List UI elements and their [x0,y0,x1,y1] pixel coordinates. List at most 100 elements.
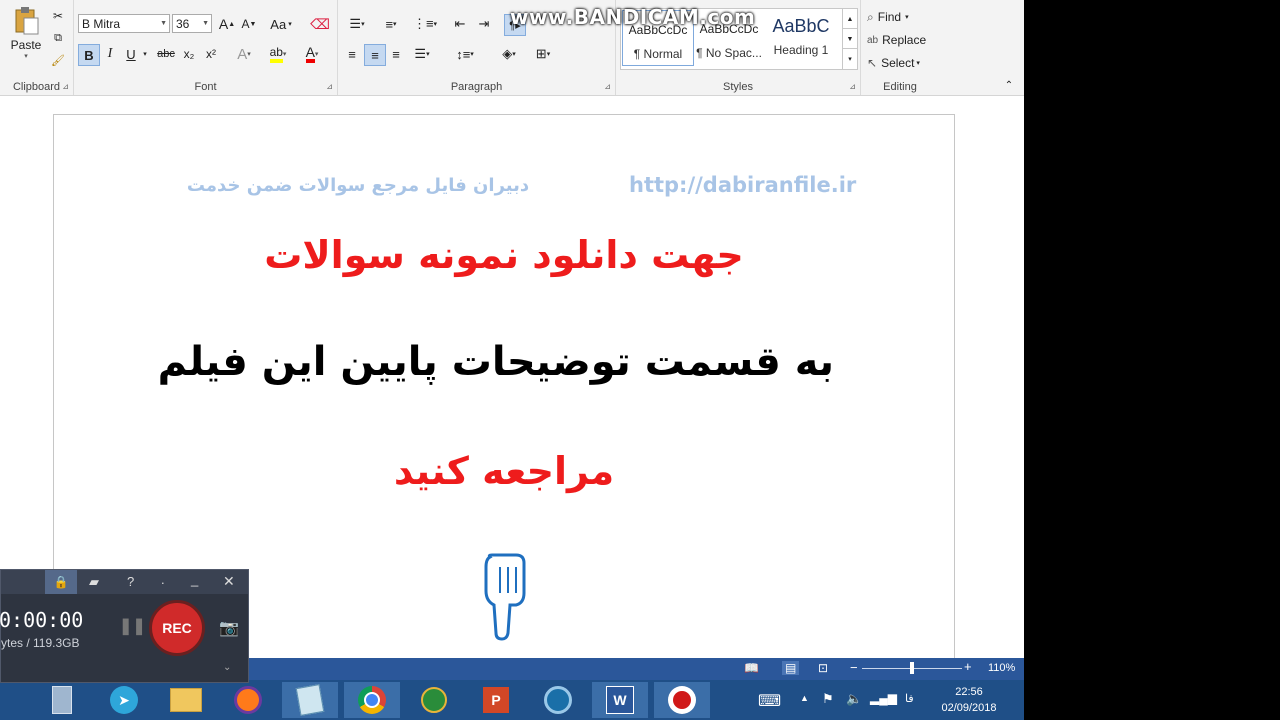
paste-icon [15,7,39,35]
styles-scroll-down-icon[interactable]: ▼ [842,28,858,50]
paragraph-label: Paragraph [450,81,503,93]
copy-icon[interactable]: ⧉ [50,30,66,46]
superscript-button[interactable]: x² [202,44,220,64]
shading-icon[interactable]: ◈ ▾ [494,44,524,64]
font-size-select[interactable]: 36 ▼ [172,14,212,33]
font-group: B Mitra ▼ 36 ▼ A ▲ A ▼ Aa ▾ ⌫ B I U ▾ abc x₂ … [74,0,338,95]
heading-download-questions: جهت دانلود نمونه سوالات [264,233,744,277]
help-icon[interactable]: ? [127,574,134,589]
screenshot-camera-icon[interactable]: 📷 [219,618,239,638]
zoom-slider-thumb[interactable] [910,662,914,674]
bandicam-app-icon[interactable] [654,682,710,718]
grow-font-icon[interactable]: A ▲ [218,14,236,34]
styles-label: Styles [723,81,753,93]
text-effects-icon[interactable]: A ▾ [232,44,256,64]
file-explorer-icon[interactable] [158,682,214,718]
format-painter-icon[interactable]: 🖌 [50,52,66,68]
strikethrough-button[interactable]: abc [154,44,178,64]
select-button[interactable]: ↖ Select ▾ [867,54,933,72]
align-center-icon[interactable]: ≡ [364,44,386,66]
refer-line: مراجعه کنید [393,449,615,493]
multilevel-list-icon[interactable]: ⋮≡ ▾ [410,14,440,34]
font-label: Font [194,81,217,93]
style-heading-1[interactable]: AaBbC Heading 1 [766,10,836,64]
zoom-in-icon[interactable]: + [964,659,972,674]
italic-button[interactable]: I [101,44,119,64]
bullets-icon[interactable]: ☰ ▾ [342,14,372,34]
paste-dropdown-icon: ▾ [24,53,28,60]
underline-dropdown-icon[interactable]: ▾ [140,44,150,64]
styles-more-icon[interactable]: ▾ [842,48,858,70]
font-launcher-icon[interactable]: ⊿ [326,82,333,91]
style-heading-1-preview: AaBbC [772,16,830,36]
header-url: http://dabiranfile.ir [629,173,857,197]
font-color-icon[interactable]: A ▾ [298,44,326,64]
font-family-value: B Mitra [82,16,121,31]
find-button[interactable]: ⌕ Find ▾ [867,8,933,26]
decrease-indent-icon[interactable]: ⇤ [450,14,470,34]
style-heading-1-name: Heading 1 [773,43,829,57]
action-center-flag-icon[interactable]: ⚑ [822,691,834,707]
styles-scroll-up-icon[interactable]: ▲ [842,8,858,30]
font-family-select[interactable]: B Mitra ▼ [78,14,170,33]
zoom-out-icon[interactable]: − [850,660,858,675]
web-layout-icon[interactable]: ⊡ [818,661,828,675]
numbering-icon[interactable]: ≡ ▾ [376,14,406,34]
paste-label: Paste [10,38,42,52]
show-hidden-icons-icon[interactable]: ▲ [800,693,809,703]
align-left-icon[interactable]: ≡ [342,44,362,64]
firefox-app-icon[interactable] [220,682,276,718]
collapse-ribbon-icon[interactable]: ⌃ [1002,78,1016,92]
borders-icon[interactable]: ⊞ ▾ [528,44,558,64]
print-layout-icon[interactable]: ▤ [782,661,800,675]
mini-mode-icon[interactable]: . [161,572,165,587]
media-player-icon[interactable] [530,682,586,718]
increase-indent-icon[interactable]: ⇥ [474,14,494,34]
close-icon[interactable]: ✕ [223,573,235,590]
paste-button[interactable]: Paste ▾ [6,6,46,60]
cursor-icon: ↖ [867,56,878,70]
font-size-value: 36 [176,16,190,31]
calculator-app-icon[interactable] [34,682,90,718]
word-app-icon[interactable]: W [592,682,648,718]
line-spacing-icon[interactable]: ↕≡ ▾ [450,44,480,64]
lock-icon[interactable]: 🔒 [45,570,77,594]
clear-formatting-icon[interactable]: ⌫ [310,14,330,34]
pointing-hand-down-icon [484,553,526,641]
input-language[interactable]: فا [905,692,914,705]
underline-button[interactable]: U [122,44,140,64]
chevron-down-icon: ▼ [160,20,167,27]
editing-label: Editing [883,81,917,93]
replace-button[interactable]: ab Replace [867,31,933,49]
read-mode-icon[interactable]: 📖 [744,661,759,675]
network-icon[interactable]: ▂▄▆ [870,691,897,705]
pause-icon[interactable]: ❚❚ [119,616,146,636]
record-button[interactable]: REC [149,600,205,656]
minimize-icon[interactable]: _ [191,572,198,587]
clock[interactable]: 22:56 02/09/2018 [930,684,1008,716]
clipboard-launcher-icon[interactable]: ⊿ [62,82,69,91]
bold-button[interactable]: B [78,44,100,66]
notepad-app-icon[interactable] [282,682,338,718]
style-normal-name: ¶ Normal [633,47,683,61]
touch-keyboard-icon[interactable]: ⌨ [758,691,781,711]
recording-timer: 0:00:00 [0,608,84,632]
shrink-font-icon[interactable]: A ▼ [240,14,258,34]
align-right-icon[interactable]: ≡ [386,44,406,64]
folder-icon[interactable]: ▰ [89,574,99,590]
change-case-button[interactable]: Aa ▾ [266,14,296,34]
chrome-app-icon[interactable] [344,682,400,718]
subscript-button[interactable]: x₂ [180,44,198,64]
telegram-app-icon[interactable]: ➤ [96,682,152,718]
expand-chevron-icon[interactable]: ⌄ [223,662,231,673]
zoom-level[interactable]: 110% [988,662,1015,674]
highlight-icon[interactable]: ab ▾ [264,44,292,64]
volume-icon[interactable]: 🔈 [846,691,862,707]
powerpoint-app-icon[interactable]: P [468,682,524,718]
cut-icon[interactable]: ✂ [50,8,66,24]
chevron-down-icon: ▼ [202,20,209,27]
justify-icon[interactable]: ☰ ▾ [408,44,436,64]
internet-download-manager-icon[interactable] [406,682,462,718]
paragraph-launcher-icon[interactable]: ⊿ [604,82,611,91]
styles-launcher-icon[interactable]: ⊿ [849,82,856,91]
